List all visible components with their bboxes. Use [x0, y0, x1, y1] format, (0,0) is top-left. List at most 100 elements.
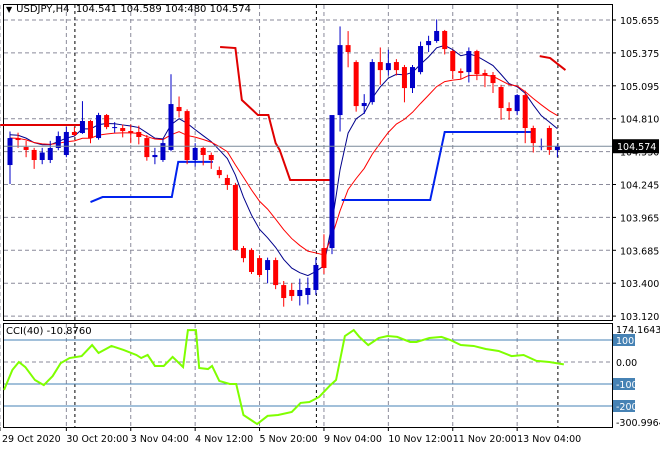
candle-body [79, 121, 85, 134]
candle-body [7, 138, 13, 166]
candle [88, 119, 93, 144]
candle [7, 131, 13, 185]
candle-body [144, 138, 150, 158]
candle-body [530, 128, 536, 144]
candle-body [47, 147, 53, 161]
candle [530, 125, 536, 153]
candle [522, 90, 528, 144]
candle-body [482, 73, 488, 75]
main-panel-frame [3, 4, 613, 321]
candle-body [426, 41, 432, 46]
candle [329, 115, 335, 255]
candle-body [208, 154, 214, 161]
candle [289, 283, 295, 301]
candle-body [104, 115, 110, 128]
candle [31, 147, 37, 169]
candle-body [506, 108, 512, 112]
price-label: 104.245 [620, 181, 659, 192]
candle-body [273, 260, 279, 286]
candle [144, 135, 150, 161]
candle [39, 147, 45, 165]
chart-window[interactable]: 105.655105.375105.095104.810104.530104.2… [0, 0, 660, 450]
candle-body [514, 95, 520, 112]
candle [426, 35, 432, 53]
candle-body [418, 46, 424, 73]
time-label: 4 Nov 12:00 [195, 434, 253, 445]
candle [184, 109, 190, 165]
cci-level-label: -100 [616, 380, 638, 391]
dropdown-triangle-icon[interactable]: ▼ [6, 5, 12, 14]
price-chart[interactable]: 105.655105.375105.095104.810104.530104.2… [0, 0, 660, 450]
candle-body [71, 131, 77, 136]
candle [401, 64, 407, 103]
candle-body [361, 103, 367, 107]
cci-title: CCI(40) -10.8760 [6, 326, 92, 337]
price-label: 103.685 [620, 246, 659, 257]
candle [96, 112, 102, 140]
candle [450, 49, 456, 79]
candle [240, 245, 246, 263]
candle-body [257, 258, 263, 276]
blue-level-line [90, 160, 213, 203]
candle [361, 94, 367, 114]
candle-body [385, 63, 391, 71]
candle [152, 147, 158, 165]
time-label: 13 Nov 04:00 [517, 434, 581, 445]
candle-body [353, 62, 359, 107]
candle [63, 126, 69, 158]
candle-body [168, 104, 174, 150]
candle-body [232, 184, 238, 251]
candle [490, 71, 496, 93]
candle-body [249, 250, 254, 272]
candle [434, 19, 440, 43]
candle [120, 124, 126, 138]
candle-body [39, 152, 45, 161]
candle [353, 60, 359, 112]
cci-min-label: -300.9964 [616, 418, 660, 429]
red-level-line [539, 55, 567, 71]
candle [257, 255, 263, 278]
candle-body [216, 170, 222, 176]
candle-body [329, 115, 335, 249]
candle-body [297, 289, 303, 297]
candle [23, 140, 29, 158]
ma-slow-line [9, 74, 558, 256]
candle [104, 113, 110, 130]
candle [418, 41, 424, 75]
candle-body [410, 67, 415, 89]
candle [482, 69, 488, 88]
candle [393, 59, 399, 76]
candle-body [393, 62, 399, 71]
time-label: 29 Oct 2020 [2, 434, 61, 445]
candle-body [176, 106, 182, 112]
candle-body [63, 131, 69, 155]
candle [249, 248, 254, 274]
price-label: 103.965 [620, 213, 659, 224]
cci-max-label: 174.1643 [616, 325, 660, 336]
candle [216, 166, 222, 179]
candle [546, 125, 552, 155]
time-label: 11 Nov 20:00 [453, 434, 517, 445]
red-level-line [0, 123, 85, 130]
candle [273, 257, 279, 290]
candle [337, 26, 343, 132]
candle-body [88, 121, 93, 139]
candle-body [96, 115, 102, 139]
cci-line [3, 328, 565, 426]
candle [305, 277, 311, 305]
candle [410, 64, 415, 93]
candle [71, 126, 77, 137]
candle [208, 152, 214, 169]
candle-body [160, 143, 166, 161]
candle-body [458, 71, 464, 74]
ohlc-readout: 104.541 104.589 104:480 104.574 [75, 4, 251, 15]
chart-title: ▼ USDJPY,H4 104.541 104.589 104:480 104.5… [6, 4, 251, 15]
candle-body [490, 74, 496, 84]
time-label: 5 Nov 20:00 [260, 434, 318, 445]
time-label: 3 Nov 04:00 [131, 434, 189, 445]
candle-body [128, 131, 134, 134]
candle-body [200, 147, 206, 155]
cci-panel-frame [3, 323, 613, 428]
candle [538, 138, 544, 151]
candle-body [224, 177, 230, 185]
